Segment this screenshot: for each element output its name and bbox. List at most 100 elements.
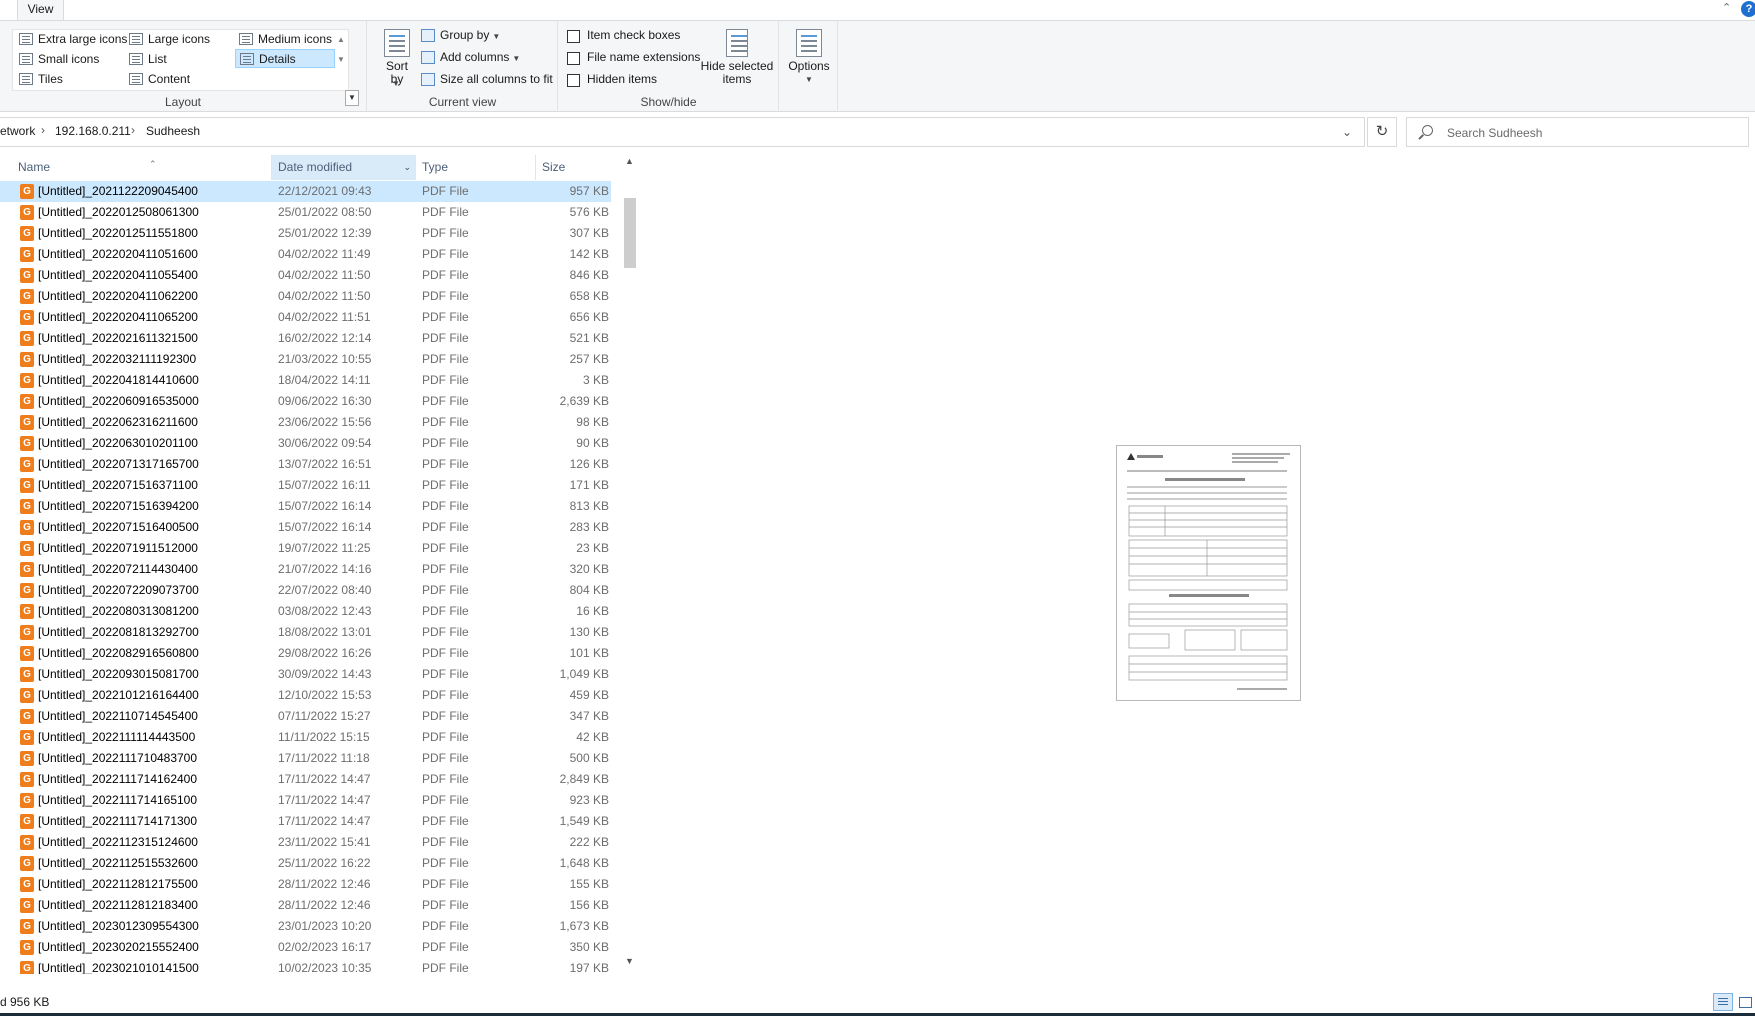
layout-large-icons[interactable]: Large icons [125,30,233,49]
layout-medium-icons[interactable]: Medium icons [235,30,335,49]
file-name: [Untitled]_2023020215552400 [38,940,199,954]
file-type: PDF File [422,793,469,807]
file-size: 2,639 KB [559,394,609,408]
file-row[interactable]: G [Untitled]_2022112315124600 23/11/2022 1… [0,832,611,853]
breadcrumb-folder[interactable]: Sudheesh [146,124,200,138]
options-button[interactable]: Options ▼ [784,29,834,86]
pdf-file-icon: G [20,457,34,472]
horizontal-scrollbar[interactable]: ◀ ▶ [0,974,621,976]
file-row[interactable]: G [Untitled]_2022111714165100 17/11/2022 1… [0,790,611,811]
file-row[interactable]: G [Untitled]_2022020411062200 04/02/2022 1… [0,286,611,307]
file-row[interactable]: G [Untitled]_2022012508061300 25/01/2022 0… [0,202,611,223]
file-row[interactable]: G [Untitled]_2022112515532600 25/11/2022 1… [0,853,611,874]
scroll-up-icon[interactable]: ▲ [621,156,638,172]
scroll-down-icon[interactable]: ▼ [621,956,638,972]
sort-by-button[interactable]: Sort by [380,29,414,86]
layout-details[interactable]: Details [235,49,335,68]
file-date-modified: 15/07/2022 16:14 [278,520,372,534]
file-date-modified: 15/07/2022 16:11 [278,478,371,492]
details-view-button[interactable] [1713,993,1733,1011]
file-row[interactable]: G [Untitled]_2022020411051600 04/02/2022 1… [0,244,611,265]
column-filter-chevron-icon[interactable]: ⌄ [403,155,411,180]
size-all-columns-button[interactable]: Size all columns to fit [420,70,553,89]
ribbon-collapse-icon[interactable]: ⌃ [1722,2,1734,14]
vertical-scroll-thumb[interactable] [624,198,636,268]
column-header-date-modified[interactable]: Date modified ⌄ [272,155,416,180]
file-row[interactable]: G [Untitled]_2022071317165700 13/07/2022 1… [0,454,611,475]
layout-scroll-down-icon[interactable]: ▼ [334,50,348,70]
pdf-file-icon: G [20,688,34,703]
layout-small-icons[interactable]: Small icons [15,50,125,69]
file-row[interactable]: G [Untitled]_2022071516394200 15/07/2022 1… [0,496,611,517]
file-row[interactable]: G [Untitled]_2022063010201100 30/06/2022 0… [0,433,611,454]
file-date-modified: 28/11/2022 12:46 [278,898,371,912]
file-row[interactable]: G [Untitled]_2022021611321500 16/02/2022 1… [0,328,611,349]
file-size: 222 KB [569,835,609,849]
file-row[interactable]: G [Untitled]_2022060916535000 09/06/2022 1… [0,391,611,412]
add-columns-button[interactable]: Add columns ▼ [420,48,520,67]
pdf-file-icon: G [20,394,34,409]
layout-scroll-up-icon[interactable]: ▲ [334,30,348,50]
file-type: PDF File [422,646,469,660]
file-row[interactable]: G [Untitled]_2022071516400500 15/07/2022 1… [0,517,611,538]
large-icons-view-button[interactable] [1736,993,1754,1011]
file-row[interactable]: G [Untitled]_2022111710483700 17/11/2022 1… [0,748,611,769]
breadcrumb-network[interactable]: etwork [0,124,35,138]
layout-content[interactable]: Content [125,70,233,89]
file-row[interactable]: G [Untitled]_2022082916560800 29/08/2022 1… [0,643,611,664]
file-name: [Untitled]_2022071516400500 [38,520,199,534]
file-type: PDF File [422,583,469,597]
layout-list[interactable]: List [125,50,233,69]
file-row[interactable]: G [Untitled]_2022110714545400 07/11/2022 1… [0,706,611,727]
file-row[interactable]: G [Untitled]_2022071911512000 19/07/2022 1… [0,538,611,559]
file-row[interactable]: G [Untitled]_2022032111192300 21/03/2022 1… [0,349,611,370]
refresh-button[interactable]: ↻ [1367,117,1397,147]
file-size: 42 KB [576,730,609,744]
breadcrumb-chevron-icon[interactable]: › [41,123,45,137]
column-header-size[interactable]: Size [536,155,615,180]
search-input[interactable] [1447,124,1737,142]
file-row[interactable]: G [Untitled]_2022080313081200 03/08/2022 1… [0,601,611,622]
help-icon[interactable]: ? [1741,1,1755,17]
file-row[interactable]: G [Untitled]_2022101216164400 12/10/2022 1… [0,685,611,706]
breadcrumb-chevron-icon[interactable]: › [131,123,135,137]
details-icon [240,53,254,65]
file-row[interactable]: G [Untitled]_2021122209045400 22/12/2021 0… [0,181,611,202]
file-row[interactable]: G [Untitled]_2022041814410600 18/04/2022 1… [0,370,611,391]
hide-selected-items-button[interactable]: Hide selected items [699,29,775,86]
file-date-modified: 30/06/2022 09:54 [278,436,372,450]
tab-view[interactable]: View [17,0,64,21]
layout-extra-large-icons[interactable]: Extra large icons [15,30,127,49]
column-header-name[interactable]: Name ⌃ [12,155,272,180]
layout-tiles[interactable]: Tiles [15,70,125,89]
file-row[interactable]: G [Untitled]_2022081813292700 18/08/2022 1… [0,622,611,643]
file-row[interactable]: G [Untitled]_2022020411055400 04/02/2022 1… [0,265,611,286]
file-row[interactable]: G [Untitled]_2022093015081700 30/09/2022 1… [0,664,611,685]
file-row[interactable]: G [Untitled]_2023012309554300 23/01/2023 1… [0,916,611,937]
group-by-button[interactable]: Group by ▼ [420,26,500,45]
file-row[interactable]: G [Untitled]_2022072114430400 21/07/2022 1… [0,559,611,580]
file-row[interactable]: G [Untitled]_2022111714171300 17/11/2022 1… [0,811,611,832]
vertical-scrollbar[interactable]: ▲ ▼ [621,150,638,975]
file-row[interactable]: G [Untitled]_2022111114443500 11/11/2022 1… [0,727,611,748]
address-history-chevron-icon[interactable]: ⌄ [1342,125,1352,139]
column-header-type[interactable]: Type [416,155,536,180]
address-row: etwork › 192.168.0.211 › Sudheesh ⌄ ↻ [0,117,1755,149]
file-type: PDF File [422,205,469,219]
file-row[interactable]: G [Untitled]_2022111714162400 17/11/2022 1… [0,769,611,790]
file-row[interactable]: G [Untitled]_2022012511551800 25/01/2022 1… [0,223,611,244]
file-row[interactable]: G [Untitled]_2022112812175500 28/11/2022 1… [0,874,611,895]
file-row[interactable]: G [Untitled]_2022020411065200 04/02/2022 1… [0,307,611,328]
hidden-items-checkbox[interactable]: Hidden items [567,70,657,89]
address-bar[interactable]: etwork › 192.168.0.211 › Sudheesh ⌄ [0,117,1365,147]
group-by-icon [421,29,435,42]
file-row[interactable]: G [Untitled]_2023020215552400 02/02/2023 1… [0,937,611,958]
file-row[interactable]: G [Untitled]_2022072209073700 22/07/2022 0… [0,580,611,601]
file-row[interactable]: G [Untitled]_2022071516371100 15/07/2022 1… [0,475,611,496]
item-check-boxes-checkbox[interactable]: Item check boxes [567,26,680,45]
file-row[interactable]: G [Untitled]_2022062316211600 23/06/2022 1… [0,412,611,433]
search-box[interactable] [1406,117,1749,147]
breadcrumb-host[interactable]: 192.168.0.211 [55,124,131,138]
file-name-extensions-checkbox[interactable]: File name extensions [567,48,700,67]
file-row[interactable]: G [Untitled]_2022112812183400 28/11/2022 1… [0,895,611,916]
